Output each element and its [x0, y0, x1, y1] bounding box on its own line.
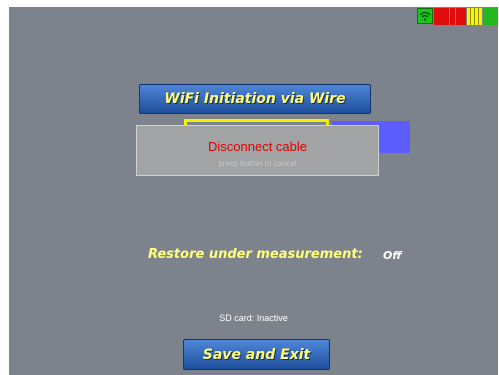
wifi-icon	[417, 8, 433, 24]
disconnect-dialog[interactable]: Disconnect cable press button to cancel	[136, 125, 379, 176]
device-screen: WiFi Initiation via Wire Disconnect cabl…	[9, 7, 498, 375]
dialog-subtitle: press button to cancel	[218, 159, 297, 168]
battery-segment	[450, 8, 455, 25]
battery-segment	[483, 8, 498, 25]
restore-label: Restore under measurement:	[148, 247, 363, 262]
battery-segment	[467, 8, 482, 25]
dialog-title: Disconnect cable	[208, 139, 307, 154]
save-and-exit-button[interactable]: Save and Exit	[183, 339, 330, 370]
restore-value-toggle[interactable]: Off	[383, 249, 402, 262]
status-bar	[417, 8, 498, 25]
battery-level-icon	[434, 8, 449, 25]
sd-card-status: SD card: Inactive	[219, 313, 288, 323]
wifi-initiation-button[interactable]: WiFi Initiation via Wire	[139, 84, 371, 114]
battery-segment	[456, 8, 466, 25]
